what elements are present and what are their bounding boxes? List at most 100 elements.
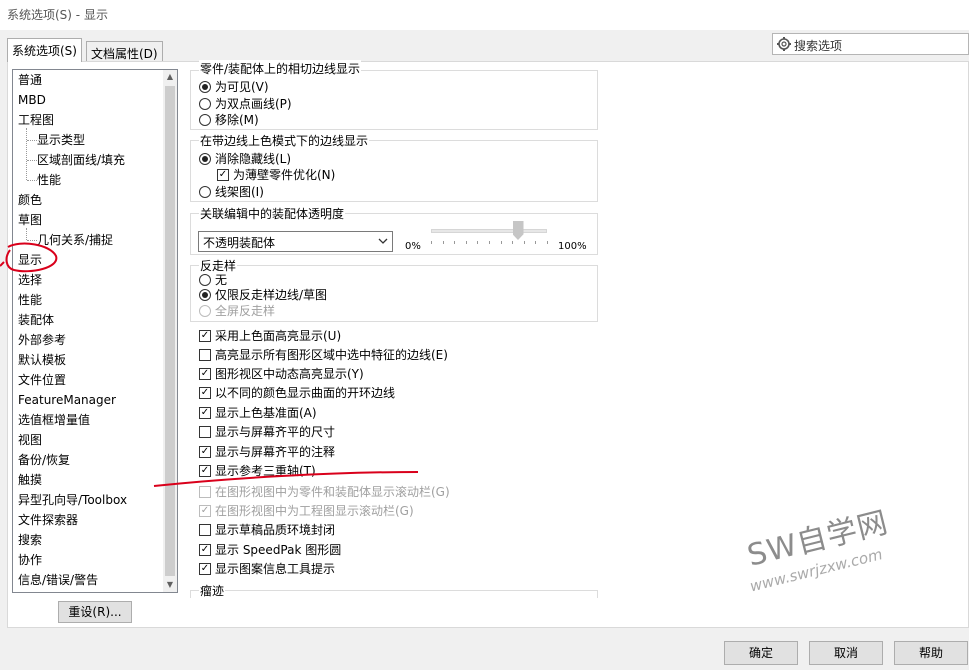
scroll-up-icon[interactable]: ▲ [163, 70, 177, 84]
check-icon [199, 349, 211, 361]
check-icon: ✓ [199, 446, 211, 458]
checkbox-label: 采用上色面高亮显示(U) [215, 329, 342, 343]
radio-label: 移除(M) [215, 113, 259, 127]
slider-tick [465, 241, 467, 244]
checkbox-label: 显示参考三重轴(T) [215, 464, 316, 478]
tree-guide [27, 180, 37, 181]
radio-dot [199, 186, 211, 198]
transparency-slider[interactable] [431, 229, 547, 233]
check-icon: ✓ [199, 368, 211, 380]
checkbox-label: 高亮显示所有图形区域中选中特征的边线(E) [215, 348, 448, 362]
tree-guide [27, 160, 37, 161]
group-last: 瘤迹 [190, 582, 598, 599]
checkbox-label: 显示 SpeedPak 图形圆 [215, 543, 342, 557]
scrollbar-thumb[interactable] [165, 86, 175, 576]
transparency-select[interactable]: 不透明装配体 [198, 231, 393, 252]
tree-item-area-hatch[interactable]: 区域剖面线/填充 [37, 150, 125, 170]
checkbox-label: 显示图案信息工具提示 [215, 562, 336, 576]
checkbox-label: 图形视区中动态高亮显示(Y) [215, 367, 364, 381]
check-icon: ✓ [199, 505, 211, 517]
checkbox-label: 在图形视图中为工程图显示滚动栏(G) [215, 504, 414, 518]
check-icon: ✓ [199, 407, 211, 419]
tree-item-file-locations[interactable]: 文件位置 [18, 370, 66, 390]
slider-tick [547, 241, 548, 244]
radio-dot [199, 274, 211, 286]
tree-item-featuremanager[interactable]: FeatureManager [18, 390, 116, 410]
tree-item-display[interactable]: 显示 [18, 250, 42, 270]
tree-item-drawings[interactable]: 工程图 [18, 110, 54, 130]
tree-item-relations-snaps[interactable]: 几何关系/捕捉 [37, 230, 113, 250]
check-icon [199, 486, 211, 498]
check-icon: ✓ [199, 465, 211, 477]
tree-item-performance[interactable]: 性能 [18, 290, 42, 310]
options-tree[interactable]: 普通 MBD 工程图 显示类型 区域剖面线/填充 性能 颜色 草图 几何关系/捕… [12, 69, 178, 593]
radio-label: 全屏反走样 [215, 304, 276, 318]
chevron-down-icon [378, 238, 388, 244]
tree-item-external-references[interactable]: 外部参考 [18, 330, 66, 350]
checkbox-label: 为薄壁零件优化(N) [233, 168, 336, 182]
radio-dot [199, 289, 211, 301]
tree-guide [27, 240, 37, 241]
group-title-last: 瘤迹 [199, 582, 226, 599]
tree-item-selection[interactable]: 选择 [18, 270, 42, 290]
tree-item-collaboration[interactable]: 协作 [18, 550, 42, 570]
tree-item-sketch[interactable]: 草图 [18, 210, 42, 230]
radio-dot [199, 114, 211, 126]
tree-item-default-templates[interactable]: 默认模板 [18, 350, 66, 370]
tree-item-backup-recover[interactable]: 备份/恢复 [18, 450, 70, 470]
slider-min-label: 0% [405, 241, 421, 252]
tree-item-colors[interactable]: 颜色 [18, 190, 42, 210]
tab-system-options[interactable]: 系统选项(S) [7, 38, 82, 62]
check-icon [199, 524, 211, 536]
tree-item-spin-box-increments[interactable]: 选值框增量值 [18, 410, 90, 430]
slider-tick [431, 241, 432, 244]
reset-button[interactable]: 重设(R)... [58, 601, 132, 623]
tree-item-search[interactable]: 搜索 [18, 530, 42, 550]
tree-item-general[interactable]: 普通 [18, 70, 42, 90]
tree-item-touch[interactable]: 触摸 [18, 470, 42, 490]
tree-item-mbd[interactable]: MBD [18, 90, 46, 110]
annotation-tick [0, 261, 5, 267]
check-icon [199, 426, 211, 438]
slider-tick [512, 241, 514, 244]
checkbox-label: 显示与屏幕齐平的尺寸 [215, 425, 336, 439]
slider-tick [477, 241, 479, 244]
tree-item-messages-errors-warnings[interactable]: 信息/错误/警告 [18, 570, 98, 590]
slider-tick [454, 241, 456, 244]
tree-item-drawing-performance[interactable]: 性能 [37, 170, 61, 190]
radio-label: 线架图(I) [215, 185, 264, 199]
help-button[interactable]: 帮助 [894, 641, 968, 665]
slider-tick [489, 241, 490, 244]
tree-guide [27, 140, 37, 141]
group-title-transparency: 关联编辑中的装配体透明度 [199, 205, 346, 222]
checkbox-label: 显示草稿品质环境封闭 [215, 523, 336, 537]
slider-max-label: 100% [558, 241, 587, 252]
checkbox-label: 以不同的颜色显示曲面的开环边线 [215, 386, 396, 400]
slider-tick [442, 241, 444, 244]
radio-dot [199, 153, 211, 165]
tree-guide [26, 128, 27, 180]
ok-button[interactable]: 确定 [724, 641, 798, 665]
group-title-shaded-edges: 在带边线上色模式下的边线显示 [199, 132, 370, 149]
tree-item-hole-wizard-toolbox[interactable]: 异型孔向导/Toolbox [18, 490, 127, 510]
scroll-down-icon[interactable]: ▼ [163, 578, 177, 592]
select-value: 不透明装配体 [203, 236, 276, 250]
slider-tick [535, 241, 537, 244]
tree-item-file-explorer[interactable]: 文件探索器 [18, 510, 78, 530]
check-icon: ✓ [199, 330, 211, 342]
radio-label: 为可见(V) [215, 80, 269, 94]
check-icon: ✓ [217, 169, 229, 181]
check-icon: ✓ [199, 563, 211, 575]
radio-dot [199, 305, 211, 317]
check-icon: ✓ [199, 387, 211, 399]
radio-dot [199, 81, 211, 93]
tree-scrollbar[interactable]: ▲ ▼ [163, 70, 177, 592]
checkbox-label: 显示与屏幕齐平的注释 [215, 445, 336, 459]
cancel-button[interactable]: 取消 [809, 641, 883, 665]
tree-item-assemblies[interactable]: 装配体 [18, 310, 54, 330]
slider-tick [523, 241, 525, 244]
tree-item-view[interactable]: 视图 [18, 430, 42, 450]
slider-tick [500, 241, 502, 244]
tree-item-display-style[interactable]: 显示类型 [37, 130, 85, 150]
check-icon: ✓ [199, 544, 211, 556]
